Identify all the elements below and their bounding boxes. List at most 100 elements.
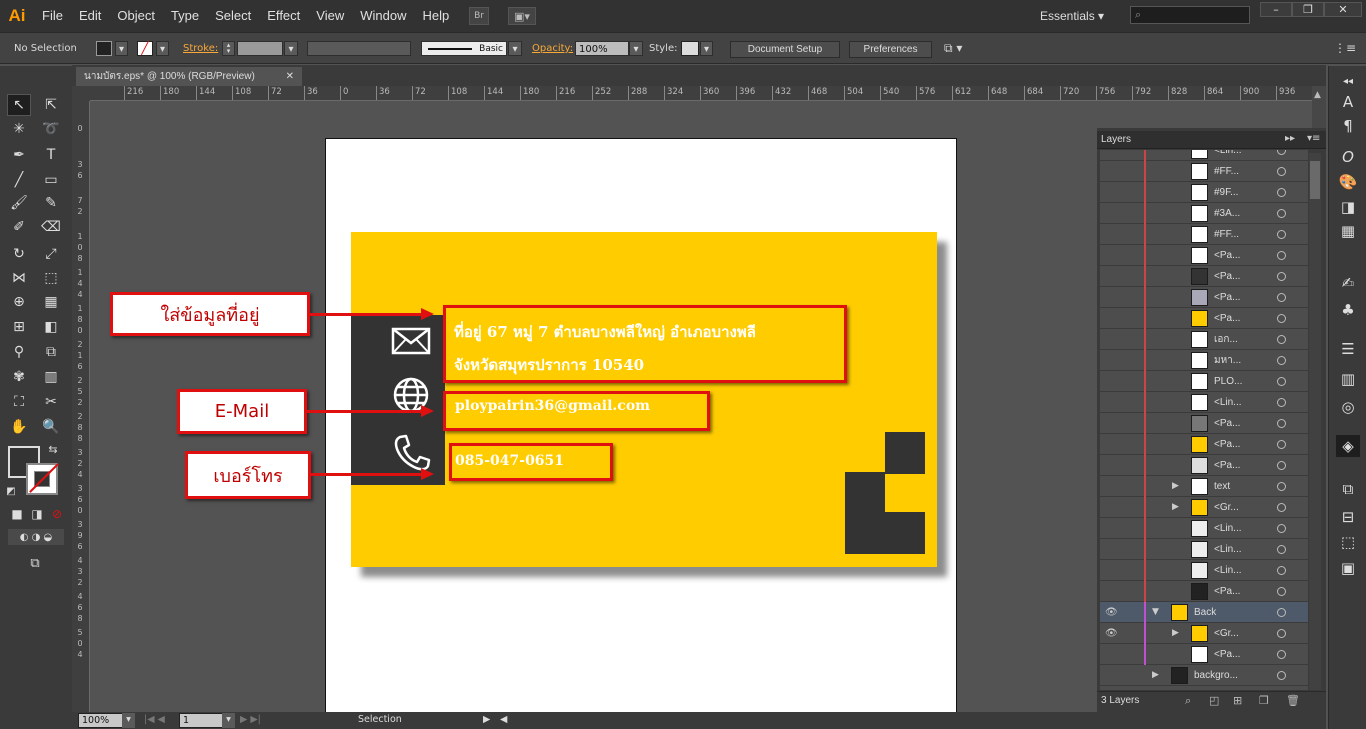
layer-target-icon[interactable] bbox=[1277, 545, 1286, 554]
new-sublayer-icon[interactable]: ⊞ bbox=[1233, 694, 1242, 707]
artboard-dropdown[interactable]: ▾ bbox=[222, 713, 235, 728]
color-mode-icon[interactable]: ■ bbox=[8, 505, 26, 523]
gradient-mode-icon[interactable]: ◨ bbox=[28, 505, 46, 523]
panel-collapse-icon[interactable]: ▸▸ bbox=[1285, 133, 1295, 144]
arrange-documents-button[interactable]: ▣▾ bbox=[508, 7, 536, 25]
eyedropper-tool-icon[interactable]: ⚲ bbox=[7, 341, 31, 363]
lasso-tool-icon[interactable]: ➰ bbox=[39, 118, 63, 140]
delete-layer-icon[interactable]: 🗑 bbox=[1286, 694, 1300, 707]
fill-swatch[interactable] bbox=[96, 41, 112, 56]
column-graph-tool-icon[interactable]: ▥ bbox=[39, 366, 63, 388]
layers-menu-icon[interactable]: ▾≡ bbox=[1307, 133, 1320, 144]
stroke-weight-dropdown[interactable]: ▾ bbox=[284, 41, 298, 56]
layer-target-icon[interactable] bbox=[1277, 608, 1286, 617]
character-panel-icon[interactable]: A bbox=[1336, 91, 1360, 113]
eraser-tool-icon[interactable]: ⌫ bbox=[39, 216, 63, 238]
layer-target-icon[interactable] bbox=[1277, 150, 1286, 155]
arrange-icon[interactable]: ⧉ ▾ bbox=[944, 41, 962, 58]
zoom-tool-icon[interactable]: 🔍 bbox=[39, 416, 63, 438]
layer-row[interactable]: มหา... bbox=[1100, 350, 1308, 371]
layer-target-icon[interactable] bbox=[1277, 230, 1286, 239]
direct-selection-tool-icon[interactable]: ⇱ bbox=[39, 94, 63, 116]
layer-row[interactable]: PLO... bbox=[1100, 371, 1308, 392]
scroll-up-icon[interactable]: ▲ bbox=[1314, 90, 1321, 100]
blend-tool-icon[interactable]: ⧉ bbox=[39, 341, 63, 363]
expand-triangle-icon[interactable]: ▶ bbox=[1172, 497, 1179, 518]
layer-row[interactable]: 👁 ▶ <Gr... bbox=[1100, 623, 1308, 644]
menu-type[interactable]: Type bbox=[163, 0, 207, 32]
brush-dropdown[interactable]: ▾ bbox=[508, 41, 522, 56]
layer-row[interactable]: <Lin... bbox=[1100, 539, 1308, 560]
stroke-label[interactable]: Stroke: bbox=[183, 41, 218, 58]
layer-row[interactable]: <Lin... bbox=[1100, 560, 1308, 581]
layers-scroll-thumb[interactable] bbox=[1310, 161, 1320, 199]
layer-row[interactable]: <Pa... bbox=[1100, 455, 1308, 476]
expand-triangle-icon[interactable]: ▶ bbox=[1152, 665, 1159, 686]
layer-target-icon[interactable] bbox=[1277, 167, 1286, 176]
symbol-sprayer-tool-icon[interactable]: ✾ bbox=[7, 366, 31, 388]
stroke-swatch[interactable]: ╱ bbox=[137, 41, 153, 56]
layer-target-icon[interactable] bbox=[1277, 209, 1286, 218]
layer-target-icon[interactable] bbox=[1277, 335, 1286, 344]
expand-triangle-icon[interactable]: ▶ bbox=[1172, 476, 1179, 497]
menu-window[interactable]: Window bbox=[352, 0, 414, 32]
paintbrush-tool-icon[interactable]: 🖌 bbox=[7, 192, 31, 214]
artboards-panel-icon[interactable]: ⧉ bbox=[1336, 478, 1360, 500]
next-artboard-icon[interactable]: ▶ ▶| bbox=[240, 713, 261, 728]
gradient-tool-icon[interactable]: ◧ bbox=[39, 316, 63, 338]
layer-target-icon[interactable] bbox=[1277, 314, 1286, 323]
layer-row[interactable]: ▶ <Gr... bbox=[1100, 497, 1308, 518]
layers-panel-icon[interactable]: ◈ bbox=[1336, 435, 1360, 457]
layer-target-icon[interactable] bbox=[1277, 671, 1286, 680]
layer-target-icon[interactable] bbox=[1277, 461, 1286, 470]
layers-scrollbar[interactable] bbox=[1309, 153, 1321, 690]
menu-file[interactable]: File bbox=[34, 0, 71, 32]
magic-wand-tool-icon[interactable]: ✳ bbox=[7, 118, 31, 140]
free-transform-tool-icon[interactable]: ⬚ bbox=[39, 267, 63, 289]
layer-row[interactable]: <Pa... bbox=[1100, 308, 1308, 329]
layer-target-icon[interactable] bbox=[1277, 419, 1286, 428]
layer-row[interactable]: <Lin... bbox=[1100, 518, 1308, 539]
scale-tool-icon[interactable]: ⤢ bbox=[39, 243, 63, 265]
layer-row[interactable]: เอก... bbox=[1100, 329, 1308, 350]
type-tool-icon[interactable]: T bbox=[39, 144, 63, 166]
preferences-button[interactable]: Preferences bbox=[849, 41, 932, 58]
screen-mode-icon[interactable]: ⧉ bbox=[22, 553, 48, 573]
restore-button[interactable]: ❐ bbox=[1292, 2, 1324, 17]
none-mode-icon[interactable]: ⊘ bbox=[48, 505, 66, 523]
layer-row[interactable]: <Pa... bbox=[1100, 581, 1308, 602]
line-tool-icon[interactable]: ╱ bbox=[7, 169, 31, 191]
new-layer-icon[interactable]: ❐ bbox=[1259, 694, 1269, 707]
opacity-label[interactable]: Opacity: bbox=[532, 41, 573, 58]
zoom-dropdown[interactable]: ▾ bbox=[122, 713, 135, 728]
menu-view[interactable]: View bbox=[308, 0, 352, 32]
layer-row[interactable]: <Lin... bbox=[1100, 392, 1308, 413]
menu-effect[interactable]: Effect bbox=[259, 0, 308, 32]
brushes-panel-icon[interactable]: ✍ bbox=[1336, 272, 1360, 294]
layer-row[interactable]: #FF... bbox=[1100, 161, 1308, 182]
layer-target-icon[interactable] bbox=[1277, 566, 1286, 575]
first-artboard-icon[interactable]: |◀ ◀ bbox=[144, 713, 165, 728]
layer-row[interactable]: 👁 ▼ Back bbox=[1100, 602, 1308, 623]
layer-target-icon[interactable] bbox=[1277, 188, 1286, 197]
scroll-left-icon[interactable]: ◀ bbox=[500, 713, 507, 728]
layer-target-icon[interactable] bbox=[1277, 524, 1286, 533]
color-guide-icon[interactable]: ◨ bbox=[1336, 196, 1360, 218]
workspace-switcher[interactable]: Essentials ▾ bbox=[1040, 0, 1104, 32]
mesh-tool-icon[interactable]: ⊞ bbox=[7, 316, 31, 338]
dock-collapse-icon[interactable]: ◂◂ bbox=[1336, 70, 1360, 92]
pencil-tool-icon[interactable]: ✎ bbox=[39, 192, 63, 214]
visibility-eye-icon[interactable]: 👁 bbox=[1105, 602, 1118, 623]
layer-row[interactable]: <Pa... bbox=[1100, 266, 1308, 287]
panel-menu-icon[interactable]: ⋮≡ bbox=[1334, 41, 1356, 58]
transform-panel-icon[interactable]: ⬚ bbox=[1336, 531, 1360, 553]
help-search-input[interactable]: ⌕ bbox=[1130, 6, 1250, 24]
collapse-triangle-icon[interactable]: ▼ bbox=[1152, 602, 1159, 623]
artboard-tool-icon[interactable]: ⛶ bbox=[7, 391, 31, 413]
rectangle-tool-icon[interactable]: ▭ bbox=[39, 169, 63, 191]
blob-brush-tool-icon[interactable]: ✐ bbox=[7, 216, 31, 238]
symbols-panel-icon[interactable]: ♣ bbox=[1336, 299, 1360, 321]
layer-row[interactable]: #FF... bbox=[1100, 224, 1308, 245]
color-panel-icon[interactable]: 🎨 bbox=[1336, 171, 1360, 193]
stroke-color-box[interactable] bbox=[26, 463, 59, 495]
